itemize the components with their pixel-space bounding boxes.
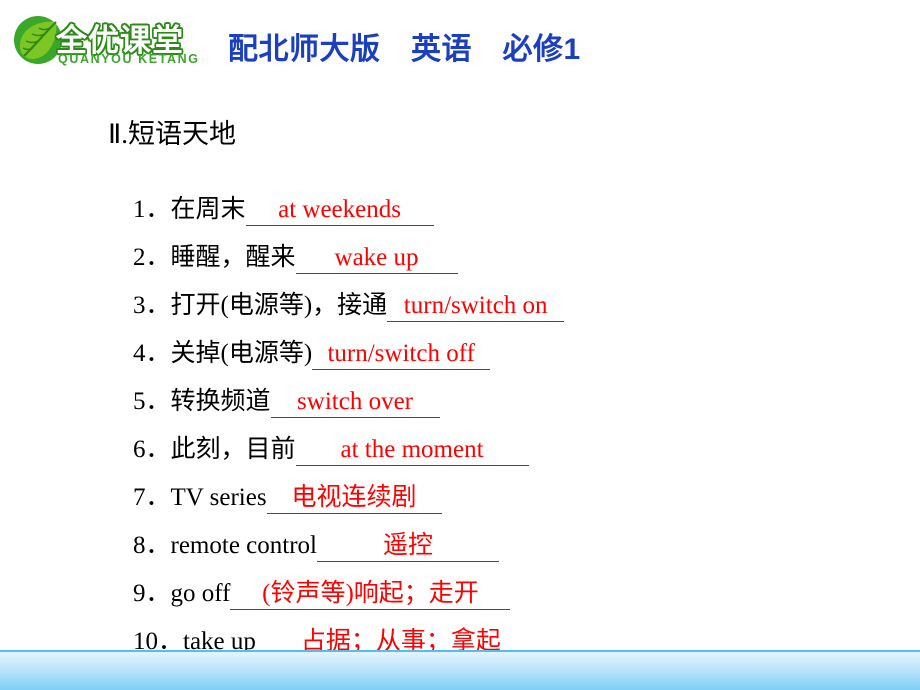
footer-bar [0, 650, 920, 690]
page-title: 配北师大版 英语 必修1 [228, 33, 581, 66]
footer-divider [0, 650, 920, 652]
page-header: 全优课堂 QUANYOU KETANG 配北师大版 英语 必修1 [0, 0, 920, 88]
slide-content: Ⅱ.短语天地 1．在周末 at weekends 2．睡醒，醒来 wake up 3… [0, 88, 920, 658]
logo-sub-text: QUANYOU KETANG [58, 52, 200, 66]
brand-logo: 全优课堂 QUANYOU KETANG [12, 12, 212, 74]
section-title: Ⅱ.短语天地 [108, 119, 237, 149]
